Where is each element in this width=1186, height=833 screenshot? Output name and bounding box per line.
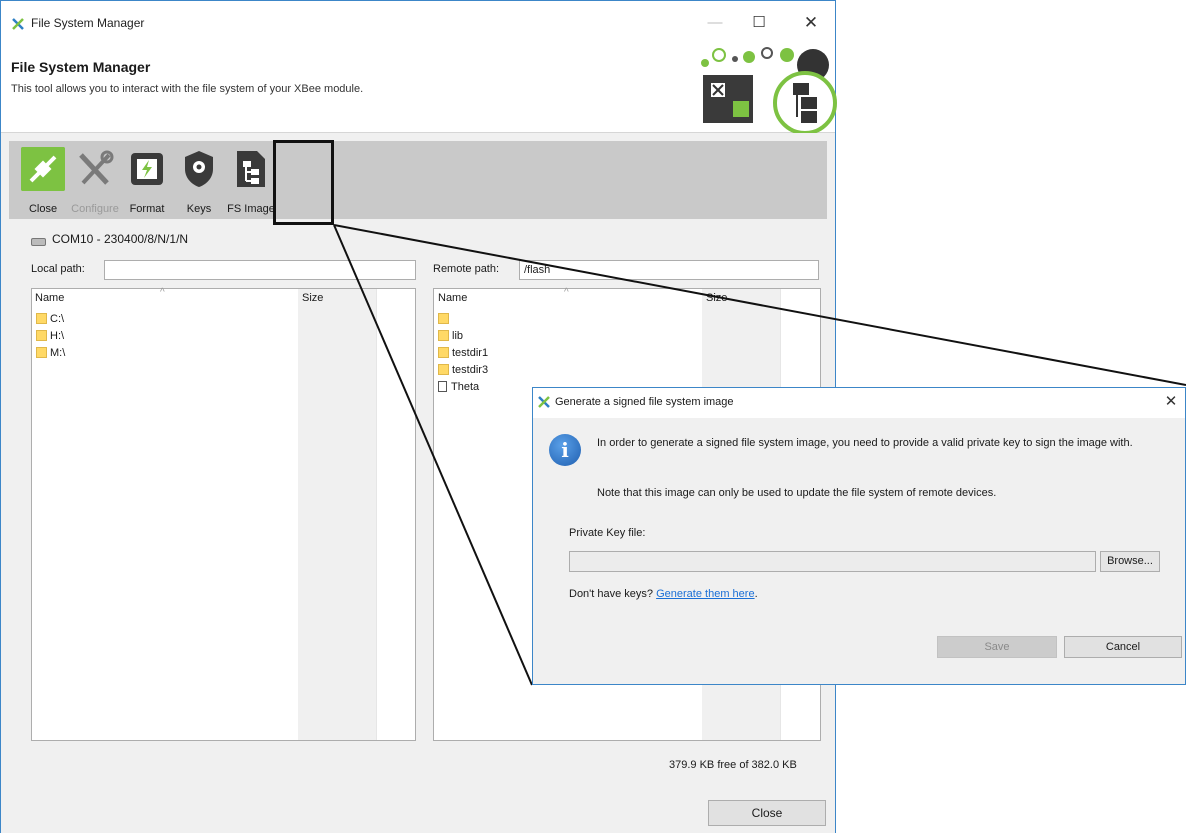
- private-key-label: Private Key file:: [569, 527, 646, 539]
- close-window-button[interactable]: ✕: [795, 11, 827, 35]
- fs-image-callout-highlight: [273, 140, 334, 225]
- dialog-message: In order to generate a signed file syste…: [597, 437, 1133, 449]
- shield-key-icon: [185, 151, 213, 187]
- dialog-close-button[interactable]: ✕: [1161, 392, 1181, 412]
- column-divider: [376, 289, 377, 740]
- local-size-column-header[interactable]: Size: [302, 292, 323, 304]
- sort-up-icon: ^: [564, 287, 569, 298]
- xbee-app-icon: [12, 18, 24, 30]
- toolbar-close-button[interactable]: Close: [17, 145, 69, 215]
- toolbar-format-button[interactable]: Format: [121, 145, 173, 215]
- free-space-status: 379.9 KB free of 382.0 KB: [669, 759, 797, 771]
- toolbar: Close Configure Format Keys FS Image: [9, 141, 827, 219]
- xbee-app-icon: [538, 396, 550, 408]
- list-item[interactable]: lib: [438, 330, 463, 345]
- remote-size-column-header[interactable]: Size: [706, 292, 727, 304]
- wrench-screwdriver-icon: [79, 150, 114, 185]
- remote-name-column-header[interactable]: Name: [438, 292, 467, 304]
- folder-icon: [36, 330, 47, 341]
- connection-port-label: COM10 - 230400/8/N/1/N: [52, 232, 189, 246]
- private-key-file-input[interactable]: [569, 551, 1096, 572]
- local-name-column-header[interactable]: Name: [35, 292, 64, 304]
- minimize-button[interactable]: —: [699, 11, 731, 35]
- generate-keys-link[interactable]: Generate them here: [656, 588, 754, 600]
- local-path-label: Local path:: [31, 263, 85, 275]
- tool-header: File System Manager This tool allows you…: [1, 45, 837, 133]
- folder-icon: [438, 330, 449, 341]
- header-description: This tool allows you to interact with th…: [11, 83, 364, 95]
- file-system-illustration-icon: [701, 47, 837, 133]
- file-icon: [438, 381, 447, 392]
- folder-icon: [438, 313, 449, 324]
- local-file-list[interactable]: Name ^ Size C:\ H:\ M:\: [31, 287, 416, 741]
- file-tree-icon: [237, 151, 265, 187]
- list-item[interactable]: [438, 313, 452, 328]
- save-button[interactable]: Save: [937, 636, 1057, 658]
- folder-icon: [438, 364, 449, 375]
- folder-icon: [36, 313, 47, 324]
- dialog-titlebar[interactable]: Generate a signed file system image ✕: [533, 388, 1185, 418]
- size-column-background: [298, 289, 376, 740]
- toolbar-keys-button[interactable]: Keys: [173, 145, 225, 215]
- browse-button[interactable]: Browse...: [1100, 551, 1160, 572]
- serial-port-icon: [31, 238, 46, 246]
- folder-icon: [36, 347, 47, 358]
- window-titlebar[interactable]: File System Manager — ☐ ✕: [1, 1, 835, 45]
- period: .: [754, 588, 758, 600]
- dialog-title: Generate a signed file system image: [555, 396, 734, 408]
- close-button[interactable]: Close: [708, 800, 826, 826]
- list-item[interactable]: C:\: [36, 313, 64, 328]
- maximize-button[interactable]: ☐: [743, 11, 775, 35]
- list-item[interactable]: testdir3: [438, 364, 488, 379]
- chip-format-icon: [131, 153, 163, 185]
- plug-icon: [21, 147, 65, 191]
- toolbar-configure-button[interactable]: Configure: [69, 145, 121, 215]
- generate-signed-image-dialog: Generate a signed file system image ✕ i …: [532, 387, 1186, 685]
- sort-up-icon: ^: [160, 287, 165, 298]
- no-keys-text: Don't have keys?: [569, 588, 654, 600]
- local-path-input[interactable]: [104, 260, 416, 280]
- toolbar-fs-image-button[interactable]: FS Image: [225, 145, 277, 215]
- window-title: File System Manager: [31, 16, 145, 30]
- dialog-note: Note that this image can only be used to…: [597, 487, 997, 499]
- remote-path-input[interactable]: [519, 260, 819, 280]
- folder-icon: [438, 347, 449, 358]
- no-keys-prompt: Don't have keys? Generate them here.: [569, 588, 758, 600]
- header-title: File System Manager: [11, 59, 151, 75]
- list-item[interactable]: M:\: [36, 347, 65, 362]
- list-item[interactable]: H:\: [36, 330, 64, 345]
- list-item[interactable]: Theta: [438, 381, 479, 396]
- list-item[interactable]: testdir1: [438, 347, 488, 362]
- remote-path-label: Remote path:: [433, 263, 500, 275]
- cancel-button[interactable]: Cancel: [1064, 636, 1182, 658]
- info-icon: i: [549, 434, 581, 466]
